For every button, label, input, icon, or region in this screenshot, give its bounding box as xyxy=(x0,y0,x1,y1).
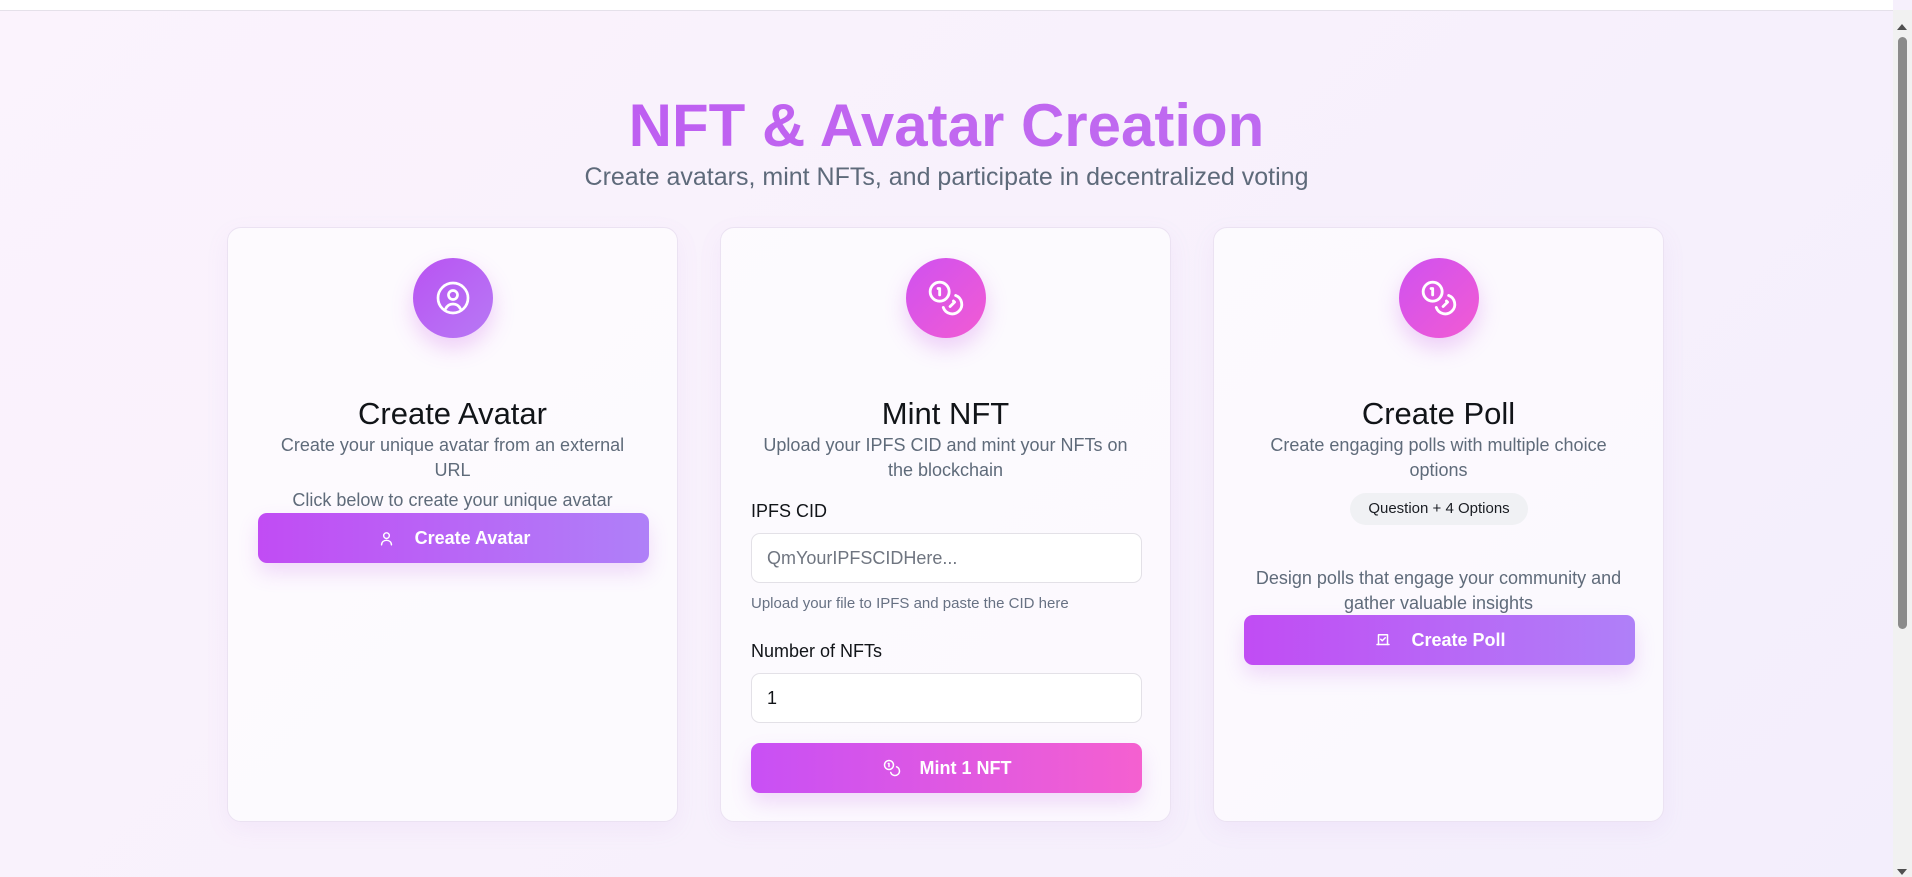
create-poll-note: Design polls that engage your community … xyxy=(1255,568,1622,613)
mint-nft-button[interactable]: Mint 1 NFT xyxy=(751,743,1142,793)
coins-icon xyxy=(882,758,902,778)
ipfs-cid-label: IPFS CID xyxy=(751,501,828,521)
mint-nft-description: Upload your IPFS CID and mint your NFTs … xyxy=(763,435,1128,480)
create-avatar-button-label: Create Avatar xyxy=(414,527,531,548)
page-subtitle: Create avatars, mint NFTs, and participa… xyxy=(584,163,1309,191)
create-poll-button-label: Create Poll xyxy=(1411,629,1506,650)
create-avatar-title: Create Avatar xyxy=(358,395,547,431)
create-avatar-button[interactable]: Create Avatar xyxy=(258,513,649,563)
ipfs-cid-input[interactable] xyxy=(751,533,1142,583)
vote-box-icon xyxy=(1373,630,1393,650)
scroll-down-arrow-icon[interactable] xyxy=(1897,869,1907,875)
create-poll-card: Create Poll Create engaging polls with m… xyxy=(1213,227,1664,822)
user-icon xyxy=(377,528,397,548)
vertical-scrollbar[interactable] xyxy=(1893,10,1912,877)
mint-nft-button-label: Mint 1 NFT xyxy=(919,757,1012,778)
user-circle-icon xyxy=(413,258,493,338)
number-of-nfts-label: Number of NFTs xyxy=(751,641,883,661)
create-poll-description: Create engaging polls with multiple choi… xyxy=(1270,435,1607,480)
browser-top-edge xyxy=(0,0,1893,11)
ipfs-cid-help: Upload your file to IPFS and paste the C… xyxy=(751,595,1069,612)
create-avatar-card: Create Avatar Create your unique avatar … xyxy=(227,227,678,822)
scroll-up-arrow-icon[interactable] xyxy=(1897,24,1907,30)
create-avatar-note: Click below to create your unique avatar xyxy=(292,490,613,510)
coins-icon xyxy=(906,258,986,338)
create-poll-title: Create Poll xyxy=(1361,395,1516,431)
create-avatar-description: Create your unique avatar from an extern… xyxy=(280,435,625,480)
number-of-nfts-input[interactable] xyxy=(751,673,1142,723)
create-poll-button[interactable]: Create Poll xyxy=(1244,615,1635,665)
coins-icon xyxy=(1399,258,1479,338)
mint-nft-card: Mint NFT Upload your IPFS CID and mint y… xyxy=(720,227,1171,822)
scrollbar-thumb[interactable] xyxy=(1898,37,1907,629)
mint-nft-title: Mint NFT xyxy=(881,395,1010,431)
page-title: NFT & Avatar Creation xyxy=(0,86,1893,166)
poll-options-badge: Question + 4 Options xyxy=(1350,493,1528,525)
